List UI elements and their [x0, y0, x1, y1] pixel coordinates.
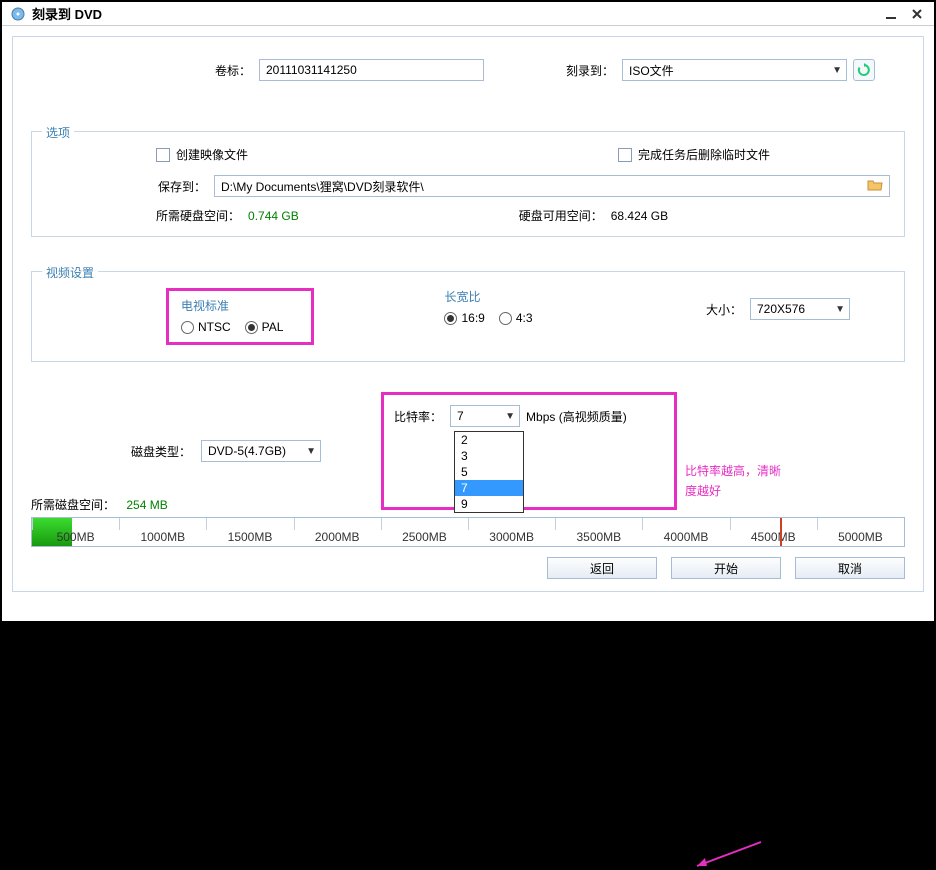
- folder-icon[interactable]: [867, 178, 883, 195]
- size-combo[interactable]: 720X576 ▼: [750, 298, 850, 320]
- bitrate-option-selected[interactable]: 7: [455, 480, 523, 496]
- avail-space-label: 硬盘可用空间：: [519, 207, 603, 224]
- options-legend: 选项: [42, 124, 74, 141]
- app-icon: [10, 6, 26, 22]
- refresh-button[interactable]: [853, 59, 875, 81]
- volume-label: 卷标：: [191, 62, 251, 79]
- close-button[interactable]: [908, 5, 926, 23]
- chevron-down-icon: ▼: [835, 304, 845, 315]
- need-space-label: 所需硬盘空间：: [156, 207, 240, 224]
- annotation-text: 比特率越高，清晰 度越好: [685, 461, 781, 502]
- burn-to-label: 刻录到：: [554, 62, 614, 79]
- minimize-button[interactable]: [882, 5, 900, 23]
- titlebar: 刻录到 DVD: [2, 2, 934, 26]
- button-row: 返回 开始 取消: [31, 557, 905, 579]
- size-group: 大小： 720X576 ▼: [706, 298, 850, 320]
- video-legend: 视频设置: [42, 264, 98, 281]
- disk-type-label: 磁盘类型：: [131, 443, 191, 460]
- aspect-43-radio[interactable]: [499, 312, 512, 325]
- bitrate-combo[interactable]: 7 ▼: [450, 405, 520, 427]
- bitrate-label: 比特率：: [394, 408, 442, 425]
- burn-to-value: ISO文件: [629, 62, 674, 79]
- size-value: 720X576: [757, 302, 805, 316]
- ntsc-radio[interactable]: [181, 321, 194, 334]
- options-fieldset: 选项 创建映像文件 完成任务后删除临时文件 保存到： D:\My Documen…: [31, 131, 905, 237]
- pal-radio[interactable]: [245, 321, 258, 334]
- aspect-169-label: 16:9: [461, 311, 484, 325]
- need-space-value: 0.744 GB: [248, 209, 299, 223]
- window-title: 刻录到 DVD: [32, 4, 102, 23]
- bitrate-option[interactable]: 9: [455, 496, 523, 512]
- delete-temp-label: 完成任务后删除临时文件: [638, 146, 770, 163]
- aspect-title: 长宽比: [444, 288, 546, 305]
- save-to-input[interactable]: D:\My Documents\狸窝\DVD刻录软件\: [214, 175, 890, 197]
- bitrate-option[interactable]: 2: [455, 432, 523, 448]
- main-panel: 卷标： 刻录到： ISO文件 ▼ 选项 创建映像文件 完成任务后删: [12, 36, 924, 592]
- aspect-group: 长宽比 16:9 4:3: [444, 288, 546, 325]
- aspect-43-label: 4:3: [516, 311, 533, 325]
- create-image-checkbox[interactable]: [156, 148, 170, 162]
- tv-standard-highlight: 电视标准 NTSC PAL: [166, 288, 314, 345]
- create-image-label: 创建映像文件: [176, 146, 248, 163]
- delete-temp-checkbox[interactable]: [618, 148, 632, 162]
- save-to-label: 保存到：: [156, 178, 206, 195]
- chevron-down-icon: ▼: [306, 446, 316, 457]
- scale-marker: [780, 518, 782, 546]
- storage-scale: 500MB1000MB1500MB 2000MB2500MB3000MB 350…: [31, 517, 905, 547]
- window: 刻录到 DVD 卷标： 刻录到： ISO文件 ▼ 选项: [2, 2, 934, 621]
- annotation-arrow: [693, 840, 763, 870]
- avail-space-value: 68.424 GB: [611, 209, 668, 223]
- bitrate-highlight: 比特率： 7 ▼ Mbps (高视频质量) 2 3 5 7 9: [381, 392, 677, 510]
- back-button[interactable]: 返回: [547, 557, 657, 579]
- volume-input[interactable]: [259, 59, 484, 81]
- chevron-down-icon: ▼: [505, 411, 515, 422]
- bitrate-option[interactable]: 3: [455, 448, 523, 464]
- header-row: 卷标： 刻录到： ISO文件 ▼: [31, 59, 905, 81]
- bitrate-suffix: Mbps (高视频质量): [526, 408, 627, 425]
- bitrate-option[interactable]: 5: [455, 464, 523, 480]
- tv-standard-title: 电视标准: [181, 297, 297, 314]
- video-settings-fieldset: 视频设置 电视标准 NTSC PAL 长宽比: [31, 271, 905, 362]
- bitrate-value: 7: [457, 409, 464, 423]
- burn-to-combo[interactable]: ISO文件 ▼: [622, 59, 847, 81]
- bitrate-dropdown: 2 3 5 7 9: [454, 431, 524, 513]
- chevron-down-icon: ▼: [832, 65, 842, 76]
- ntsc-label: NTSC: [198, 320, 231, 334]
- cancel-button[interactable]: 取消: [795, 557, 905, 579]
- disk-type-combo[interactable]: DVD-5(4.7GB) ▼: [201, 440, 321, 462]
- size-label: 大小：: [706, 301, 742, 318]
- start-button[interactable]: 开始: [671, 557, 781, 579]
- aspect-169-radio[interactable]: [444, 312, 457, 325]
- save-to-path: D:\My Documents\狸窝\DVD刻录软件\: [221, 178, 424, 195]
- pal-label: PAL: [262, 320, 284, 334]
- scale-labels: 500MB1000MB1500MB 2000MB2500MB3000MB 350…: [32, 530, 904, 544]
- disk-type-value: DVD-5(4.7GB): [208, 444, 286, 458]
